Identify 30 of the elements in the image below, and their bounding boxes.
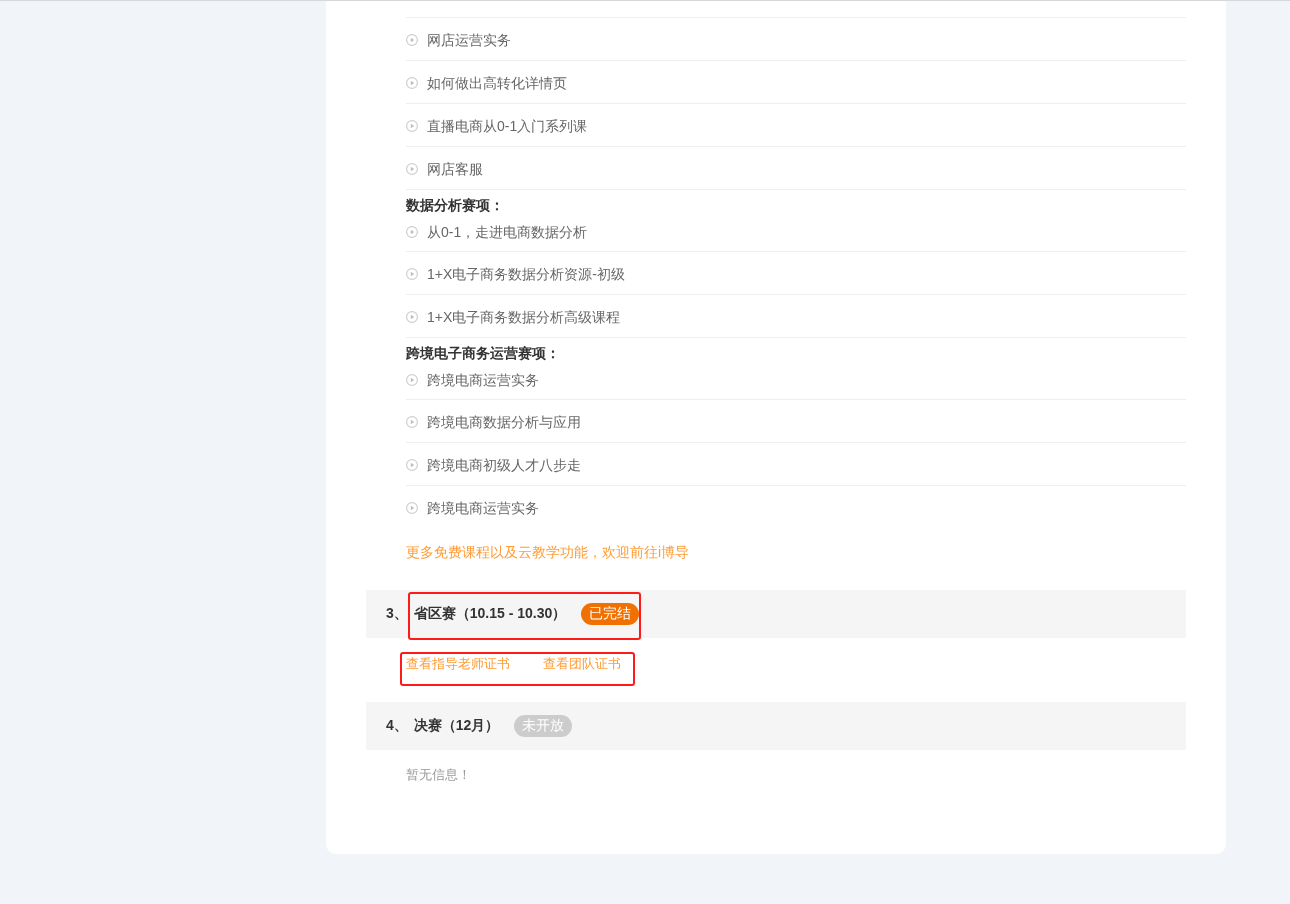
play-circle-icon	[406, 459, 418, 471]
course-link[interactable]: 网店运营实务	[427, 30, 511, 50]
stage-number: 3、	[386, 605, 408, 623]
play-circle-icon	[406, 163, 418, 175]
course-link[interactable]: 如何做出高转化详情页	[427, 73, 567, 93]
play-circle-icon	[406, 374, 418, 386]
course-link[interactable]: 跨境电商数据分析与应用	[427, 412, 581, 432]
course-link[interactable]: 跨境电商运营实务	[427, 370, 539, 390]
play-circle-icon	[406, 226, 418, 238]
group-title: 跨境电子商务运营赛项：	[406, 344, 561, 363]
play-circle-icon	[406, 268, 418, 280]
status-badge: 已完结	[581, 603, 640, 625]
play-circle-icon	[406, 502, 418, 514]
course-link[interactable]: 跨境电商初级人才八步走	[427, 455, 581, 475]
stage-title: 省区赛（10.15 - 10.30）	[413, 605, 567, 623]
play-circle-icon	[406, 77, 418, 89]
empty-message: 暂无信息！	[406, 766, 472, 784]
stage-title: 决赛（12月）	[413, 717, 500, 735]
course-link[interactable]: 直播电商从0-1入门系列课	[427, 116, 588, 136]
play-circle-icon	[406, 311, 418, 323]
course-link[interactable]: 1+X电子商务数据分析高级课程	[427, 307, 621, 327]
group-title: 数据分析赛项：	[406, 196, 505, 215]
course-link[interactable]: 1+X电子商务数据分析资源-初级	[427, 264, 625, 284]
play-circle-icon	[406, 120, 418, 132]
stage-number: 4、	[386, 717, 408, 735]
play-circle-icon	[406, 34, 418, 46]
course-link[interactable]: 从0-1，走进电商数据分析	[427, 222, 588, 242]
course-link[interactable]: 跨境电商运营实务	[427, 498, 539, 518]
play-circle-icon	[406, 416, 418, 428]
course-link[interactable]: 网店客服	[427, 159, 483, 179]
